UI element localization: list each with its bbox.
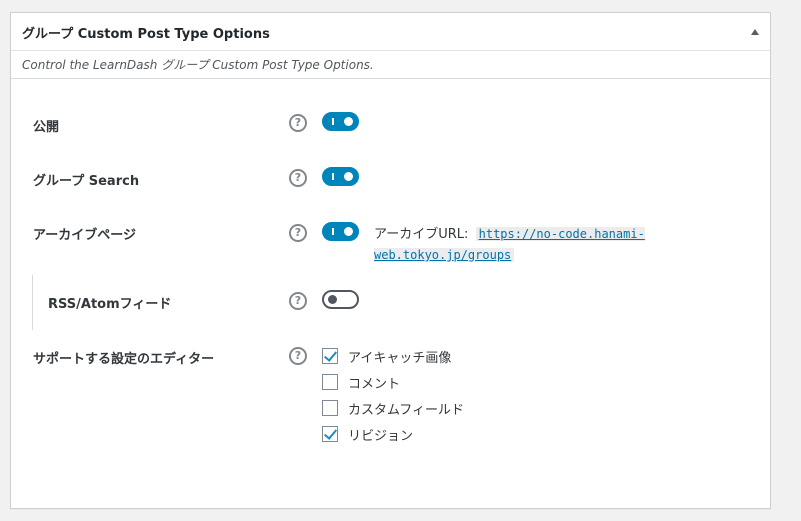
archive-help-icon[interactable]: ? xyxy=(289,224,307,242)
option-label: アイキャッチ画像 xyxy=(348,350,452,366)
editor-label: サポートする設定のエディター xyxy=(33,352,215,367)
search-help-icon[interactable]: ? xyxy=(289,169,307,187)
toggle-on-mark xyxy=(332,118,334,125)
archive-label: アーカイブページ xyxy=(33,228,136,243)
toggle-on-mark xyxy=(332,173,334,180)
editor-help-icon[interactable]: ? xyxy=(289,347,307,365)
toggle-knob xyxy=(344,117,353,126)
toggle-on-mark xyxy=(332,228,334,235)
toggle-knob xyxy=(344,227,353,236)
option-revisions[interactable]: リビジョン xyxy=(322,425,414,444)
option-comments[interactable]: コメント xyxy=(322,373,401,392)
rss-label: RSS/Atomフィード xyxy=(48,297,172,312)
toggle-knob xyxy=(344,172,353,181)
search-toggle[interactable] xyxy=(322,167,359,186)
search-label: グループ Search xyxy=(33,174,140,189)
custom-fields-checkbox[interactable] xyxy=(322,400,338,416)
divider xyxy=(11,78,770,79)
option-custom-fields[interactable]: カスタムフィールド xyxy=(322,399,464,418)
archive-url-label: アーカイブURL: xyxy=(374,227,469,242)
option-label: リビジョン xyxy=(348,428,414,444)
comments-checkbox[interactable] xyxy=(322,374,338,390)
public-help-icon[interactable]: ? xyxy=(289,114,307,132)
option-label: カスタムフィールド xyxy=(348,402,464,418)
collapse-toggle-icon[interactable] xyxy=(748,25,762,39)
revisions-checkbox[interactable] xyxy=(322,426,338,442)
cpt-options-panel: グループ Custom Post Type Options Control th… xyxy=(10,12,771,509)
featured-image-checkbox[interactable] xyxy=(322,348,338,364)
archive-url: アーカイブURL: https://no-code.hanami-web.tok… xyxy=(374,224,649,265)
toggle-knob xyxy=(328,295,337,304)
public-label: 公開 xyxy=(33,120,60,135)
archive-toggle[interactable] xyxy=(322,222,359,241)
rss-help-icon[interactable]: ? xyxy=(289,292,307,310)
option-featured-image[interactable]: アイキャッチ画像 xyxy=(322,347,452,366)
panel-title: グループ Custom Post Type Options xyxy=(22,27,270,42)
option-label: コメント xyxy=(348,376,401,392)
panel-header: グループ Custom Post Type Options xyxy=(11,13,770,51)
public-toggle[interactable] xyxy=(322,112,359,131)
rss-toggle[interactable] xyxy=(322,290,359,309)
sub-setting-indicator xyxy=(32,275,33,330)
panel-description: Control the LearnDash グループ Custom Post T… xyxy=(22,58,374,72)
